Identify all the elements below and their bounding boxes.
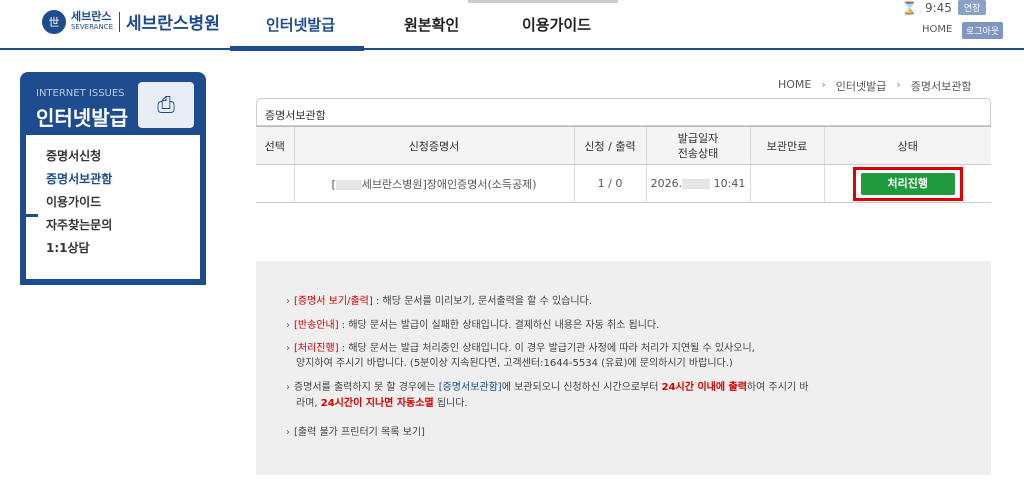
certificate-table: 선택 신청증명서 신청 / 출력 발급일자 전송상태 보관만료 상태 [세브란스… xyxy=(256,126,991,203)
breadcrumb-home[interactable]: HOME xyxy=(778,78,811,94)
chevron-right-icon: › xyxy=(286,296,290,307)
col-select: 선택 xyxy=(256,126,294,165)
hospital-logo[interactable]: 世 세브란스 SEVERANCE 세브란스병원 xyxy=(42,9,220,34)
redacted-block xyxy=(682,179,711,189)
chevron-right-icon: › xyxy=(821,78,826,91)
redacted-block xyxy=(335,179,362,190)
chevron-right-icon: › xyxy=(286,427,290,438)
panel-title: 증명서보관함 xyxy=(256,98,991,126)
sidebar-item-apply[interactable]: 증명서신청 xyxy=(46,147,101,164)
session-timer: ⌛ 9:45 연장 xyxy=(902,0,987,15)
hourglass-icon: ⌛ xyxy=(902,0,917,15)
notice-line-return: › [반송안내] : 해당 문서는 발급이 실패한 상태입니다. 결제하신 내용은… xyxy=(286,320,660,331)
nav-internet-issue[interactable]: 인터넷발급 xyxy=(266,14,335,35)
extend-session-button[interactable]: 연장 xyxy=(957,0,987,15)
notice-line-storage: › 증명서를 출력하지 못 할 경우에는 [증명서보관함]에 보관되오니 신청하신… xyxy=(286,382,809,393)
sidebar-item-consult[interactable]: 1:1상담 xyxy=(46,239,90,256)
nav-original-check[interactable]: 원본확인 xyxy=(404,14,459,35)
col-certificate: 신청증명서 xyxy=(293,126,574,165)
sidebar-english-title: INTERNET ISSUES xyxy=(36,88,125,99)
col-status: 상태 xyxy=(823,126,991,165)
top-header: 世 세브란스 SEVERANCE 세브란스병원 인터넷발급 원본확인 이용가이드… xyxy=(0,0,1024,51)
top-strip xyxy=(468,0,618,3)
notice-line-view: › [증명서 보기/출력] : 해당 문서를 미리보기, 문서출력을 할 수 있습… xyxy=(286,296,592,307)
notice-line-processing: › [처리진행] : 해당 문서는 발급 처리중인 상태입니다. 이 경우 발급기… xyxy=(286,343,755,354)
chevron-right-icon: › xyxy=(286,382,290,393)
row-status-cell: 처리진행 xyxy=(823,164,991,203)
row-select-cell[interactable] xyxy=(256,164,294,203)
notice-line-processing-cont: 양지하여 주시기 바랍니다. (5분이상 지속된다면, 고객센터:1644-55… xyxy=(296,358,733,369)
row-expire-cell xyxy=(749,164,824,203)
table-row: [세브란스병원]장애인증명서(소득공제) 1 / 0 2026. 10:41 처… xyxy=(256,164,991,203)
sidebar-item-faq[interactable]: 자주찾는문의 xyxy=(46,216,112,233)
notice-box: › [증명서 보기/출력] : 해당 문서를 미리보기, 문서출력을 할 수 있습… xyxy=(256,261,991,475)
sidebar-header: INTERNET ISSUES 인터넷발급 ⎙ xyxy=(20,72,206,135)
breadcrumb-internet-issue[interactable]: 인터넷발급 xyxy=(836,78,887,94)
sidebar: INTERNET ISSUES 인터넷발급 ⎙ 증명서신청 증명서보관함 이용가… xyxy=(20,72,206,285)
breadcrumb: HOME › 인터넷발급 › 증명서보관함 xyxy=(778,78,972,94)
active-nav-indicator xyxy=(230,46,364,51)
logo-name: 세브란스병원 xyxy=(126,14,220,34)
row-count-cell: 1 / 0 xyxy=(573,164,646,203)
row-date-cell: 2026. 10:41 xyxy=(645,164,750,203)
home-link[interactable]: HOME xyxy=(922,24,952,35)
col-apply-print: 신청 / 출력 xyxy=(573,126,646,165)
sidebar-menu: 증명서신청 증명서보관함 이용가이드 자주찾는문의 1:1상담 xyxy=(20,135,206,285)
row-certificate-cell[interactable]: [세브란스병원]장애인증명서(소득공제) xyxy=(293,164,574,203)
sidebar-item-guide[interactable]: 이용가이드 xyxy=(46,193,101,210)
seal-icon: 世 xyxy=(42,9,66,34)
nav-usage-guide[interactable]: 이용가이드 xyxy=(522,14,591,35)
breadcrumb-current: 증명서보관함 xyxy=(910,80,972,93)
notice-line-storage-cont: 라며, 24시간이 지나면 자동소멸 됩니다. xyxy=(296,398,468,409)
logo-small-english: SEVERANCE xyxy=(71,22,113,31)
col-issue-date: 발급일자 전송상태 xyxy=(645,126,750,165)
logo-small-korean: 세브란스 xyxy=(71,9,112,23)
logo-divider xyxy=(119,11,120,32)
certificate-storage-panel: 증명서보관함 선택 신청증명서 신청 / 출력 발급일자 전송상태 보관만료 상… xyxy=(256,98,991,203)
chevron-right-icon: › xyxy=(896,78,901,91)
chevron-right-icon: › xyxy=(286,343,290,354)
sidebar-item-storage[interactable]: 증명서보관함 xyxy=(46,170,112,187)
printer-list-link[interactable]: › [출력 불가 프린터기 목록 보기] xyxy=(286,423,425,438)
col-expire: 보관만료 xyxy=(749,126,824,165)
active-item-marker xyxy=(26,214,38,217)
chevron-right-icon: › xyxy=(286,320,290,331)
sidebar-title: 인터넷발급 xyxy=(36,106,128,130)
status-highlight-box: 처리진행 xyxy=(852,166,963,201)
printer-icon: ⎙ xyxy=(138,82,194,128)
certificate-name: 세브란스병원]장애인증명서(소득공제) xyxy=(361,177,537,191)
status-processing-button[interactable]: 처리진행 xyxy=(860,172,955,195)
logout-button[interactable]: 로그아웃 xyxy=(962,22,1004,39)
session-time: 9:45 xyxy=(924,0,952,15)
